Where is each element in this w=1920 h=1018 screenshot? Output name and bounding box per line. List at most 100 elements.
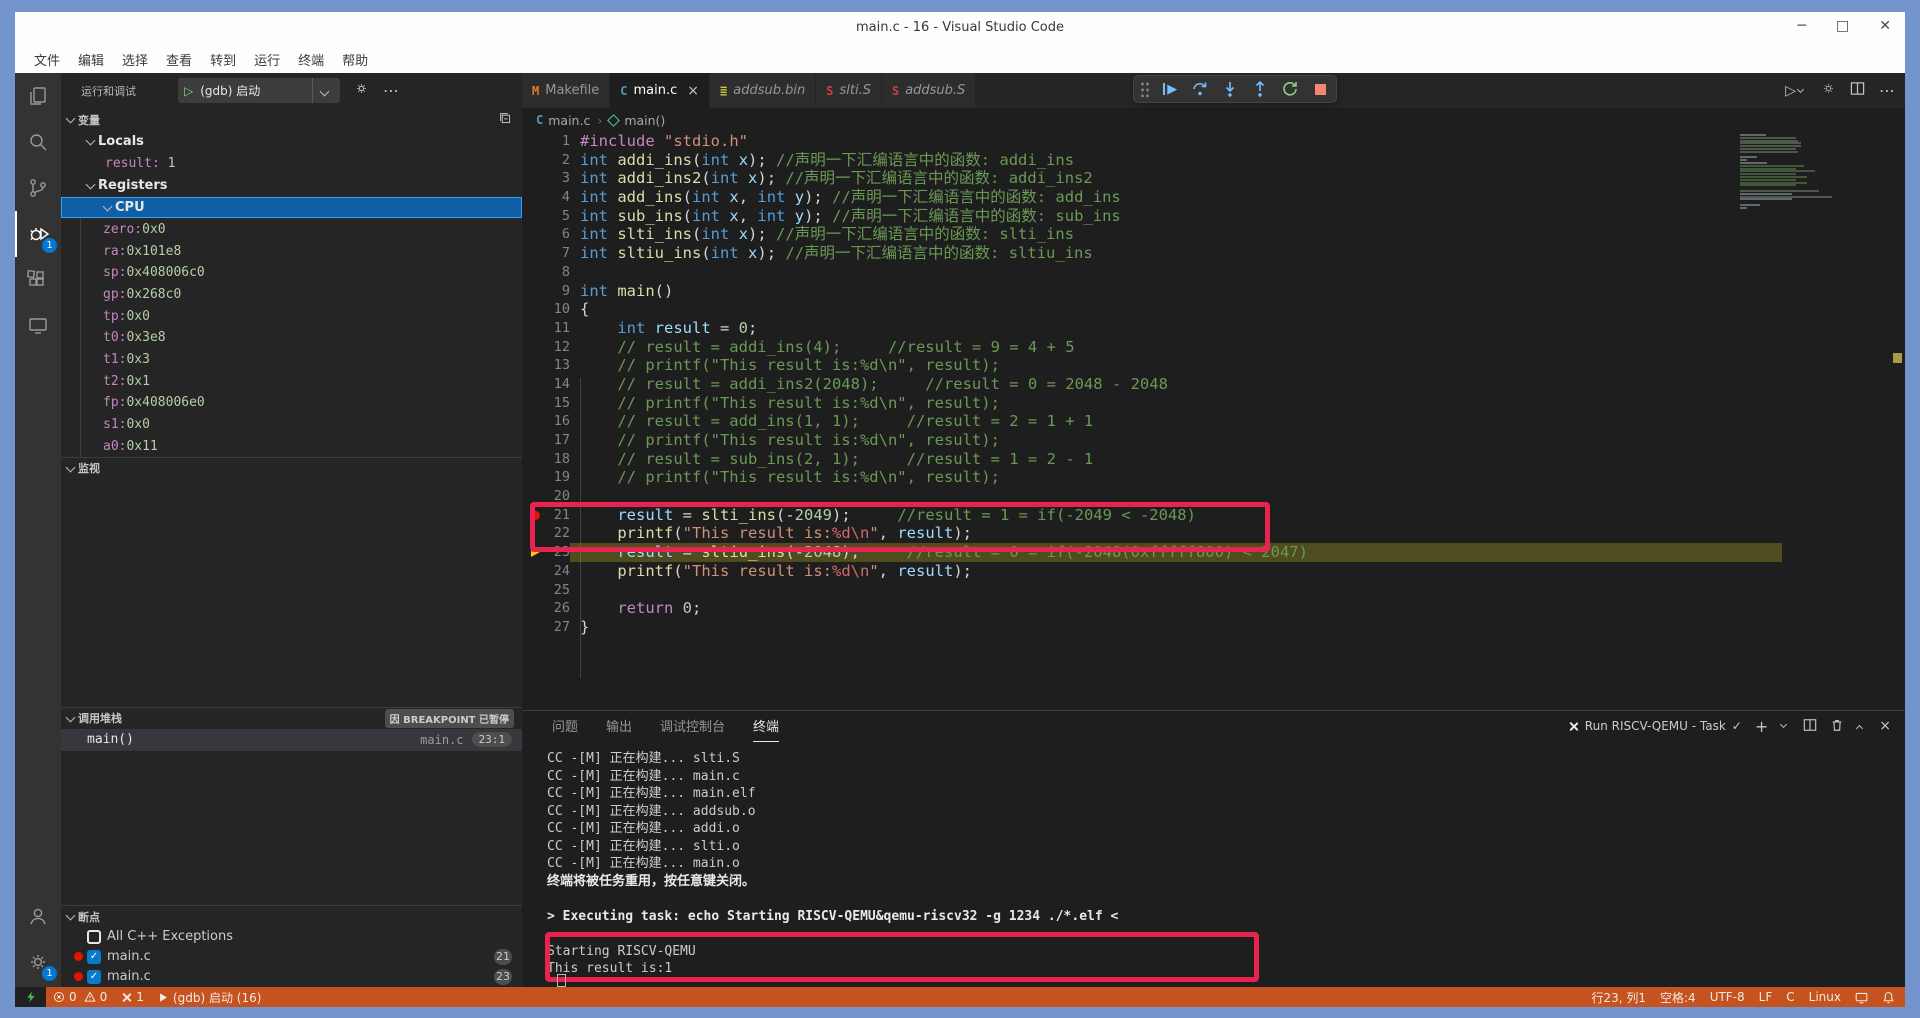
code-line[interactable]: 14 // result = addi_ins2(2048); //result… [522,375,1905,394]
code-line[interactable]: 9int main() [522,282,1905,301]
register-row[interactable]: sp: 0x408006c0 [61,262,522,284]
breakpoint-gutter[interactable] [522,581,548,600]
step-over-button[interactable] [1190,78,1210,100]
menu-item[interactable]: 终端 [289,47,333,72]
register-row[interactable]: zero: 0x0 [61,218,522,240]
code-text[interactable]: int addi_ins(int x); //声明一下汇编语言中的函数: add… [580,151,1074,170]
breadcrumb-symbol[interactable]: main() [624,113,665,128]
register-row[interactable]: t1: 0x3 [61,349,522,371]
tab-addsub.S[interactable]: Saddsub.S [882,73,976,108]
code-text[interactable]: // result = sub_ins(2, 1); //result = 1 … [580,450,1093,469]
breakpoint-row[interactable]: All C++ Exceptions [61,927,522,947]
code-text[interactable]: // printf("This result is:%d\n", result)… [580,394,1000,413]
menu-item[interactable]: 查看 [157,47,201,72]
code-text[interactable]: #include "stdio.h" [580,132,748,151]
tab-Makefile[interactable]: MMakefile [522,73,610,108]
register-row[interactable]: tp: 0x0 [61,305,522,327]
code-line[interactable]: 17 // printf("This result is:%d\n", resu… [522,431,1905,450]
register-row[interactable]: a0: 0x11 [61,435,522,457]
code-line[interactable]: 15 // printf("This result is:%d\n", resu… [522,394,1905,413]
os-status[interactable]: Linux [1802,987,1848,1007]
code-text[interactable]: // result = addi_ins2(2048); //result = … [580,375,1168,394]
code-line[interactable]: 1#include "stdio.h" [522,132,1905,151]
code-line[interactable]: 2int addi_ins(int x); //声明一下汇编语言中的函数: ad… [522,151,1905,170]
continue-button[interactable]: ▶ [1160,78,1180,100]
explorer-icon[interactable] [15,73,61,119]
register-row[interactable]: ra: 0x101e8 [61,240,522,262]
code-text[interactable]: int main() [580,282,673,301]
menu-item[interactable]: 运行 [245,47,289,72]
editor-gear-icon[interactable] [1821,81,1836,100]
code-text[interactable]: int sub_ins(int x, int y); //声明一下汇编语言中的函… [580,207,1121,226]
code-line[interactable]: 19 // printf("This result is:%d\n", resu… [522,468,1905,487]
account-icon[interactable] [15,893,61,939]
local-variable-row[interactable]: result: 1 [61,153,522,175]
breakpoint-gutter[interactable] [522,562,548,581]
breakpoint-gutter[interactable] [522,431,548,450]
split-terminal-icon[interactable] [1803,717,1817,736]
debug-settings-gear-icon[interactable] [354,81,369,100]
breakpoint-gutter[interactable] [522,282,548,301]
register-row[interactable]: t0: 0x3e8 [61,327,522,349]
watch-section-header[interactable]: 监视 [61,457,522,479]
breakpoint-gutter[interactable] [522,207,548,226]
run-and-debug-icon[interactable]: 1 [15,211,61,257]
toolbar-drag-handle[interactable] [1140,81,1150,97]
panel-tab-输出[interactable]: 输出 [606,710,632,742]
run-file-button[interactable]: ▷ [1785,83,1807,99]
notifications-bell-icon[interactable] [1875,987,1905,1007]
breakpoint-gutter[interactable] [522,188,548,207]
code-text[interactable]: int add_ins(int x, int y); //声明一下汇编语言中的函… [580,188,1121,207]
code-line[interactable]: 4int add_ins(int x, int y); //声明一下汇编语言中的… [522,188,1905,207]
editor-more-actions-icon[interactable]: ⋯ [1879,81,1895,100]
breakpoint-gutter[interactable] [522,169,548,188]
panel-tab-终端[interactable]: 终端 [753,710,779,742]
code-line[interactable]: 26 return 0; [522,599,1905,618]
breakpoint-gutter[interactable] [522,338,548,357]
breakpoint-checkbox[interactable]: ✓ [87,950,101,964]
code-text[interactable]: int slti_ins(int x); //声明一下汇编语言中的函数: slt… [580,225,1074,244]
more-actions-icon[interactable]: ⋯ [383,81,399,100]
code-text[interactable]: { [580,300,589,319]
kill-terminal-icon[interactable] [1830,717,1844,736]
breakpoints-section-header[interactable]: 断点 [61,905,522,927]
launch-config-dropdown[interactable]: ▷ (gdb) 启动 [178,78,340,103]
register-row[interactable]: gp: 0x268c0 [61,284,522,306]
step-out-button[interactable] [1250,78,1270,100]
code-line[interactable]: 24 printf("This result is:%d\n", result)… [522,562,1905,581]
minimap[interactable] [1740,134,1876,710]
menu-item[interactable]: 编辑 [69,47,113,72]
menu-item[interactable]: 文件 [25,47,69,72]
eol-status[interactable]: LF [1752,987,1780,1007]
code-line[interactable]: 3int addi_ins2(int x); //声明一下汇编语言中的函数: a… [522,169,1905,188]
code-text[interactable]: // printf("This result is:%d\n", result)… [580,356,1000,375]
breakpoint-gutter[interactable] [522,132,548,151]
encoding-status[interactable]: UTF-8 [1703,987,1752,1007]
problems-status[interactable]: 0 0 [46,987,114,1007]
code-text[interactable]: // printf("This result is:%d\n", result)… [580,431,1000,450]
tab-close-icon[interactable]: × [687,83,699,99]
menu-item[interactable]: 帮助 [333,47,377,72]
breakpoint-gutter[interactable] [522,300,548,319]
remote-explorer-icon[interactable] [15,303,61,349]
close-panel-icon[interactable]: × [1879,718,1891,734]
code-text[interactable]: printf("This result is:%d\n", result); [580,562,972,581]
code-line[interactable]: 8 [522,263,1905,282]
tab-main.c[interactable]: Cmain.c× [610,73,710,108]
tab-slti.S[interactable]: Sslti.S [816,73,882,108]
registers-node[interactable]: Registers [61,175,522,197]
running-tasks-status[interactable]: 1 [114,987,151,1007]
split-editor-icon[interactable] [1850,81,1865,100]
code-line[interactable]: 7int sltiu_ins(int x); //声明一下汇编语言中的函数: s… [522,244,1905,263]
step-into-button[interactable] [1220,78,1240,100]
stack-frame-row[interactable]: main() main.c 23:1 [61,729,522,751]
breakpoint-gutter[interactable] [522,599,548,618]
extensions-icon[interactable] [15,257,61,303]
breakpoint-gutter[interactable] [522,319,548,338]
maximize-icon[interactable]: □ [1836,18,1849,34]
chevron-down-icon[interactable] [312,78,334,103]
terminal-dropdown-icon[interactable] [1780,721,1787,728]
breakpoint-gutter[interactable] [522,244,548,263]
panel-tab-问题[interactable]: 问题 [552,710,578,742]
cursor-position-status[interactable]: 行23, 列1 [1584,987,1653,1007]
